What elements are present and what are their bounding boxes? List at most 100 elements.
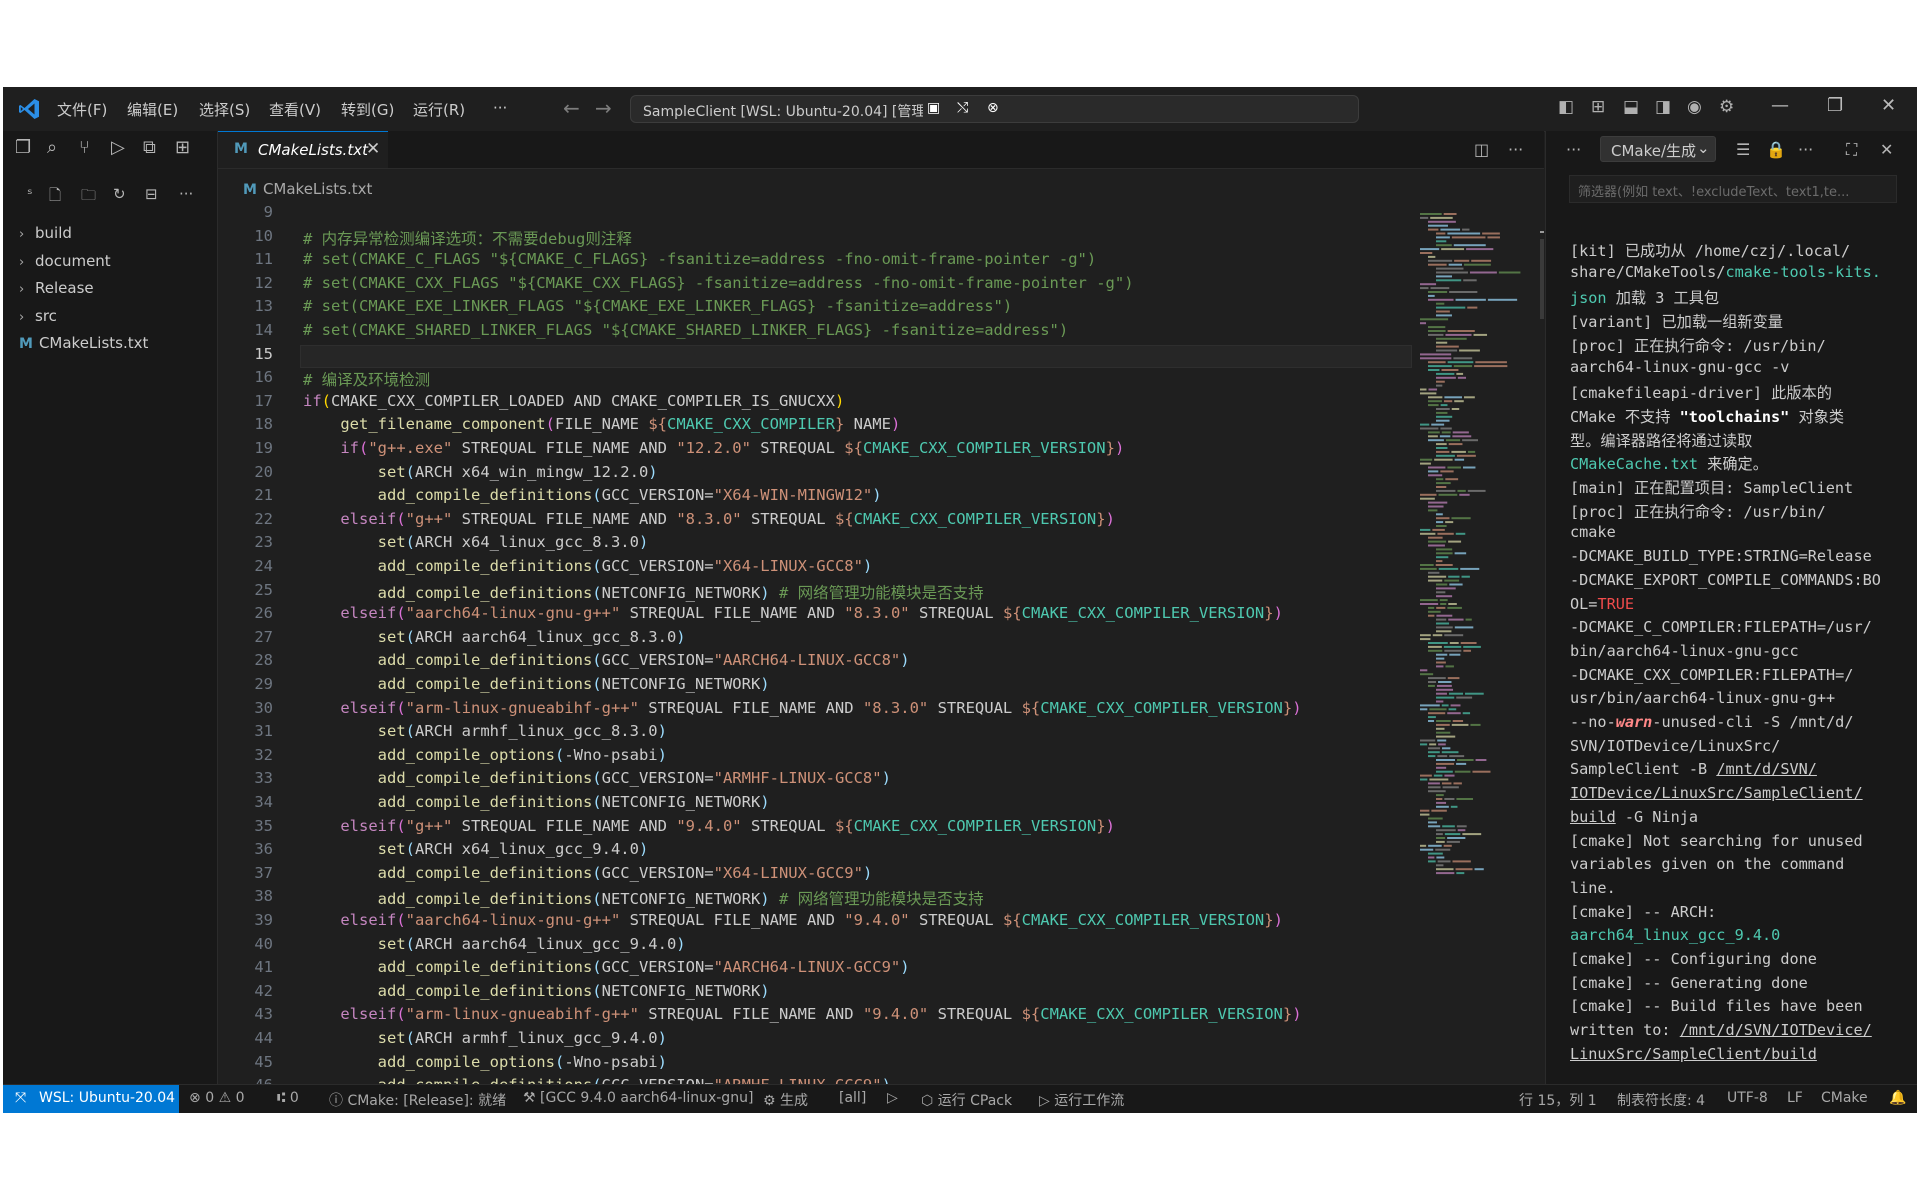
vscode-logo-icon[interactable]	[17, 97, 41, 121]
output-channel-select[interactable]: CMake/生成 ⌄	[1600, 136, 1716, 162]
menu-more[interactable]: ···	[493, 99, 507, 117]
code-line[interactable]: 42 add_compile_definitions(NETCONFIG_NET…	[218, 982, 1418, 1006]
code-line[interactable]: 19 if("g++.exe" STREQUAL FILE_NAME AND "…	[218, 439, 1418, 463]
toggle-panel-icon[interactable]: ⬓	[1623, 97, 1639, 117]
code-line[interactable]: 21 add_compile_definitions(GCC_VERSION="…	[218, 486, 1418, 510]
maximize-panel-icon[interactable]: ⛶	[1846, 140, 1857, 160]
customize-layout-icon[interactable]: ⊞	[1591, 97, 1605, 117]
cmake-kit[interactable]: ⚒ [GCC 9.4.0 aarch64-linux-gnu]	[523, 1090, 753, 1106]
code-line[interactable]: 10 # 内存异常检测编译选项：不需要debug则注释	[218, 227, 1418, 251]
run-cpack-button[interactable]: ⬡ 运行 CPack	[921, 1090, 1012, 1110]
share-icon[interactable]: ⤭	[957, 100, 968, 116]
code-line[interactable]: 17 if(CMAKE_CXX_COMPILER_LOADED AND CMAKE…	[218, 392, 1418, 416]
cmake-status[interactable]: ⓘ CMake: [Release]: 就绪	[329, 1090, 506, 1110]
back-arrow-icon[interactable]: ←	[563, 96, 580, 120]
code-line[interactable]: 45 add_compile_options(-Wno-psabi)	[218, 1053, 1418, 1077]
code-line[interactable]: 23 set(ARCH x64_linux_gcc_8.3.0)	[218, 533, 1418, 557]
new-file-icon[interactable]: 🗋	[49, 185, 61, 210]
toggle-primary-sidebar-icon[interactable]: ◧	[1558, 97, 1574, 117]
output-filter-input[interactable]: 筛选器(例如 text、!excludeText、text1,te...	[1569, 175, 1897, 203]
code-line[interactable]: 20 set(ARCH x64_win_mingw_12.2.0)	[218, 463, 1418, 487]
extensions-icon[interactable]: ⊞	[175, 137, 190, 158]
code-line[interactable]: 44 set(ARCH armhf_linux_gcc_9.4.0)	[218, 1029, 1418, 1053]
code-line[interactable]: 12 # set(CMAKE_CXX_FLAGS "${CMAKE_CXX_FLA…	[218, 274, 1418, 298]
code-line[interactable]: 29 add_compile_definitions(NETCONFIG_NET…	[218, 675, 1418, 699]
explorer-files-icon[interactable]: ❐	[15, 137, 31, 158]
tree-folder-document[interactable]: › document	[19, 252, 111, 276]
settings-gear-icon[interactable]: ⚙	[1719, 97, 1734, 117]
code-line[interactable]: 22 elseif("g++" STREQUAL FILE_NAME AND "…	[218, 510, 1418, 534]
breadcrumb[interactable]: M CMakeLists.txt	[243, 180, 372, 198]
end-of-line[interactable]: LF	[1787, 1090, 1803, 1106]
tree-folder-release[interactable]: › Release	[19, 279, 94, 303]
code-line[interactable]: 40 set(ARCH aarch64_linux_gcc_9.4.0)	[218, 935, 1418, 959]
code-line[interactable]: 39 elseif("aarch64-linux-gnu-g++" STREQU…	[218, 911, 1418, 935]
code-line[interactable]: 30 elseif("arm-linux-gnueabihf-g++" STRE…	[218, 699, 1418, 723]
close-circle-icon[interactable]: ⊗	[987, 100, 999, 116]
menu-view[interactable]: 查看(V)	[269, 99, 321, 120]
close-tab-icon[interactable]: ✕	[366, 139, 380, 159]
panel-more-icon[interactable]: ···	[1566, 140, 1581, 159]
code-line[interactable]: 13 # set(CMAKE_EXE_LINKER_FLAGS "${CMAKE_…	[218, 297, 1418, 321]
ports-status[interactable]: ⑆ 0	[277, 1090, 299, 1106]
code-line[interactable]: 28 add_compile_definitions(GCC_VERSION="…	[218, 651, 1418, 675]
code-line[interactable]: 9	[218, 203, 1418, 227]
menu-file[interactable]: 文件(F)	[57, 99, 107, 120]
output-log[interactable]: [kit] 已成功从 /home/czj/.local/share/CMakeT…	[1570, 239, 1916, 1063]
editor-scrollbar[interactable]	[1534, 203, 1544, 1084]
encoding[interactable]: UTF-8	[1727, 1090, 1768, 1106]
code-line[interactable]: 31 set(ARCH armhf_linux_gcc_8.3.0)	[218, 722, 1418, 746]
code-line[interactable]: 36 set(ARCH x64_linux_gcc_9.4.0)	[218, 840, 1418, 864]
cmake-target[interactable]: [all]	[839, 1090, 866, 1106]
code-line[interactable]: 16 # 编译及环境检测	[218, 368, 1418, 392]
refresh-icon[interactable]: ↻	[113, 185, 126, 203]
code-line[interactable]: 33 add_compile_definitions(GCC_VERSION="…	[218, 769, 1418, 793]
code-line[interactable]: 41 add_compile_definitions(GCC_VERSION="…	[218, 958, 1418, 982]
tab-cmakelists[interactable]: M CMakeLists.txt ✕	[218, 131, 388, 168]
code-line[interactable]: 34 add_compile_definitions(NETCONFIG_NET…	[218, 793, 1418, 817]
explorer-more-icon[interactable]: ···	[179, 185, 193, 203]
code-line[interactable]: 35 elseif("g++" STREQUAL FILE_NAME AND "…	[218, 817, 1418, 841]
collapse-all-icon[interactable]: ⊟	[145, 185, 158, 203]
code-line[interactable]: 11 # set(CMAKE_C_FLAGS "${CMAKE_C_FLAGS} …	[218, 250, 1418, 274]
run-debug-icon[interactable]: ▷	[111, 137, 125, 158]
run-workflow-button[interactable]: ▷ 运行工作流	[1039, 1090, 1124, 1110]
code-line[interactable]: 37 add_compile_definitions(GCC_VERSION="…	[218, 864, 1418, 888]
code-line[interactable]: 24 add_compile_definitions(GCC_VERSION="…	[218, 557, 1418, 581]
forward-arrow-icon[interactable]: →	[595, 96, 612, 120]
menu-edit[interactable]: 编辑(E)	[127, 99, 178, 120]
language-mode[interactable]: CMake	[1821, 1090, 1868, 1106]
code-line[interactable]: 43 elseif("arm-linux-gnueabihf-g++" STRE…	[218, 1005, 1418, 1029]
minimize-icon[interactable]: —	[1771, 95, 1789, 116]
code-line[interactable]: 26 elseif("aarch64-linux-gnu-g++" STREQU…	[218, 604, 1418, 628]
code-line[interactable]: 46 add_compile_definitions(GCC_VERSION="…	[218, 1076, 1418, 1084]
code-line[interactable]: 18 get_filename_component(FILE_NAME ${CM…	[218, 415, 1418, 439]
restore-icon[interactable]: ❐	[1827, 95, 1843, 116]
split-editor-icon[interactable]: ◫	[1474, 140, 1489, 159]
code-line[interactable]: 27 set(ARCH aarch64_linux_gcc_8.3.0)	[218, 628, 1418, 652]
code-editor[interactable]: 9 10 # 内存异常检测编译选项：不需要debug则注释 11 # set(CMAKE…	[218, 203, 1418, 1084]
command-center[interactable]: SampleClient [WSL: Ubuntu-20.04] [管理员] ▣…	[630, 95, 1359, 123]
menu-selection[interactable]: 选择(S)	[199, 99, 250, 120]
source-control-icon[interactable]: ⑂	[79, 137, 90, 158]
new-folder-icon[interactable]: 🗀	[81, 185, 96, 210]
code-line[interactable]: 32 add_compile_options(-Wno-psabi)	[218, 746, 1418, 770]
remote-screen-icon[interactable]: ▣	[927, 100, 940, 116]
clear-output-icon[interactable]: ☰	[1736, 140, 1750, 159]
remote-explorer-icon[interactable]: ⧉	[143, 137, 156, 158]
output-more-icon[interactable]: ···	[1798, 140, 1813, 159]
close-panel-icon[interactable]: ✕	[1880, 140, 1893, 159]
tree-folder-build[interactable]: › build	[19, 224, 72, 248]
account-icon[interactable]: ◉	[1687, 97, 1702, 117]
toggle-secondary-sidebar-icon[interactable]: ◨	[1655, 97, 1671, 117]
code-line[interactable]: 15	[218, 344, 1418, 369]
code-line[interactable]: 38 add_compile_definitions(NETCONFIG_NET…	[218, 887, 1418, 911]
code-line[interactable]: 14 # set(CMAKE_SHARED_LINKER_FLAGS "${CMA…	[218, 321, 1418, 345]
problems-status[interactable]: ⊗ 0 ⚠ 0	[189, 1090, 245, 1106]
minimap[interactable]	[1418, 203, 1530, 893]
tree-folder-src[interactable]: › src	[19, 307, 57, 331]
close-window-icon[interactable]: ✕	[1881, 95, 1896, 116]
code-line[interactable]: 25 add_compile_definitions(NETCONFIG_NET…	[218, 581, 1418, 605]
search-icon[interactable]: ⌕	[47, 137, 57, 158]
menu-run[interactable]: 运行(R)	[413, 99, 465, 120]
